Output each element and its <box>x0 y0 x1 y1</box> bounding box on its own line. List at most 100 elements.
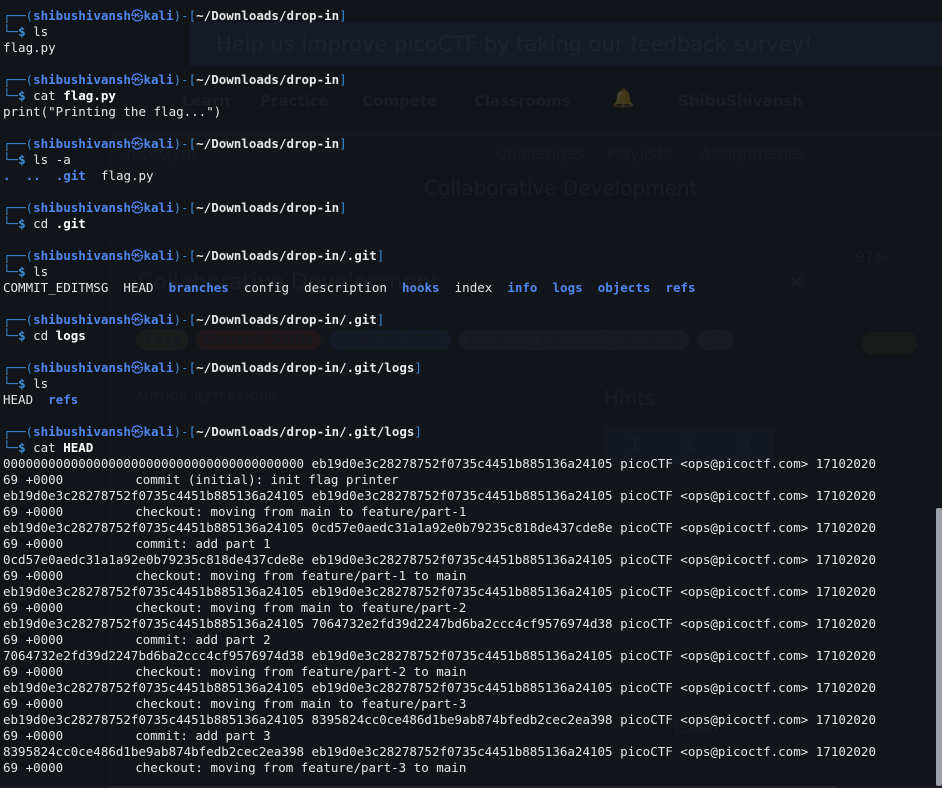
prompt-dollar: $ <box>18 328 26 343</box>
prompt-frame: )-[ <box>173 312 197 327</box>
output-line: 69 +0000 checkout: moving from main to fe… <box>3 696 942 712</box>
command-line: └─$ cat flag.py <box>3 88 942 104</box>
prompt-frame: ] <box>339 72 347 87</box>
output-line: eb19d0e3c28278752f0735c4451b885136a24105… <box>3 488 942 504</box>
ls-output: COMMIT_EDITMSG HEAD branches config desc… <box>3 280 942 296</box>
prompt-frame: )-[ <box>173 424 197 439</box>
command-text: ls <box>33 264 49 279</box>
command-text: ls <box>33 376 49 391</box>
prompt-host: kali <box>143 360 174 375</box>
prompt-user: shibushivansh <box>33 360 131 375</box>
prompt-host: kali <box>143 8 174 23</box>
output-line: eb19d0e3c28278752f0735c4451b885136a24105… <box>3 520 942 536</box>
prompt-frame: )-[ <box>173 248 197 263</box>
output-line: eb19d0e3c28278752f0735c4451b885136a24105… <box>3 584 942 600</box>
directory-entry: logs <box>552 280 583 295</box>
directory-entry: branches <box>168 280 229 295</box>
prompt-frame: └─ <box>3 88 19 103</box>
prompt-frame: └─ <box>3 216 19 231</box>
prompt-at-symbol: ㉿ <box>130 8 144 23</box>
output-line: 69 +0000 checkout: moving from feature/pa… <box>3 760 942 776</box>
prompt-frame: └─ <box>3 264 19 279</box>
directory-entry: .. <box>25 168 41 183</box>
directory-entry: . <box>3 168 11 183</box>
prompt-at-symbol: ㉿ <box>130 200 144 215</box>
output-text: 0cd57e0aedc31a1a92e0b79235c818de437cde8e… <box>3 552 876 567</box>
output-text: 69 +0000 <box>3 760 64 775</box>
directory-entry: info <box>507 280 538 295</box>
directory-entry: hooks <box>401 280 440 295</box>
output-text: 69 +0000 <box>3 472 64 487</box>
output-text: commit (initial): init flag printer <box>135 472 399 487</box>
prompt-frame: ┌──( <box>3 200 34 215</box>
terminal-output[interactable]: ┌──(shibushivansh㉿kali)-[~/Downloads/dro… <box>0 0 942 786</box>
prompt-path: ~/Downloads/drop-in/.git/logs <box>196 424 415 439</box>
directory-entry: refs <box>665 280 696 295</box>
command-line: └─$ ls <box>3 264 942 280</box>
output-text: checkout: moving from main to feature/pa… <box>135 696 467 711</box>
prompt-at-symbol: ㉿ <box>130 136 144 151</box>
output-line: 0000000000000000000000000000000000000000… <box>3 456 942 472</box>
output-text: 69 +0000 <box>3 504 64 519</box>
output-text: checkout: moving from main to feature/pa… <box>135 600 467 615</box>
output-text: commit: add part 1 <box>135 536 271 551</box>
output-line: 69 +0000 checkout: moving from main to fe… <box>3 600 942 616</box>
prompt-frame: ] <box>339 200 347 215</box>
prompt-dollar: $ <box>18 216 26 231</box>
prompt-dollar: $ <box>18 88 26 103</box>
prompt-line: ┌──(shibushivansh㉿kali)-[~/Downloads/dro… <box>3 360 942 376</box>
prompt-line: ┌──(shibushivansh㉿kali)-[~/Downloads/dro… <box>3 200 942 216</box>
file-entry: HEAD <box>3 392 34 407</box>
prompt-frame: ] <box>376 248 385 263</box>
file-entry: flag.py <box>100 168 154 183</box>
output-line: 69 +0000 commit: add part 1 <box>3 536 942 552</box>
prompt-host: kali <box>143 312 174 327</box>
prompt-line: ┌──(shibushivansh㉿kali)-[~/Downloads/dro… <box>3 424 942 440</box>
output-line: 69 +0000 commit (initial): init flag prin… <box>3 472 942 488</box>
prompt-frame: ] <box>376 312 385 327</box>
command-line: └─$ cat HEAD <box>3 440 942 456</box>
prompt-dollar: $ <box>18 440 26 455</box>
command-line: └─$ ls <box>3 376 942 392</box>
output-text: eb19d0e3c28278752f0735c4451b885136a24105… <box>3 712 876 727</box>
prompt-frame: ┌──( <box>3 360 34 375</box>
prompt-path: ~/Downloads/drop-in <box>196 8 340 23</box>
prompt-frame: ┌──( <box>3 72 34 87</box>
prompt-at-symbol: ㉿ <box>130 312 144 327</box>
prompt-frame: └─ <box>3 328 19 343</box>
file-entry: index <box>454 280 493 295</box>
output-text: 69 +0000 <box>3 728 64 743</box>
command-text: cd <box>33 328 49 343</box>
command-text: ls -a <box>33 152 71 167</box>
command-arg: flag.py <box>63 88 116 103</box>
prompt-frame: ┌──( <box>3 248 34 263</box>
prompt-frame: └─ <box>3 440 19 455</box>
output-line: eb19d0e3c28278752f0735c4451b885136a24105… <box>3 680 942 696</box>
prompt-path: ~/Downloads/drop-in <box>196 72 340 87</box>
command-text: cat <box>33 440 56 455</box>
prompt-frame: ] <box>339 136 347 151</box>
prompt-frame: ┌──( <box>3 136 34 151</box>
prompt-path: ~/Downloads/drop-in/.git <box>196 248 377 263</box>
prompt-frame: )-[ <box>173 360 197 375</box>
output-text: commit: add part 3 <box>135 728 271 743</box>
directory-entry: objects <box>597 280 651 295</box>
command-text: cat <box>33 88 56 103</box>
output-line: 69 +0000 checkout: moving from main to fe… <box>3 504 942 520</box>
directory-entry: refs <box>48 392 79 407</box>
command-arg: HEAD <box>63 440 94 455</box>
file-entry: HEAD <box>123 280 154 295</box>
command-arg: .git <box>55 216 86 231</box>
prompt-user: shibushivansh <box>33 136 131 151</box>
terminal-scrollbar[interactable] <box>936 508 942 786</box>
command-line: └─$ ls -a <box>3 152 942 168</box>
prompt-at-symbol: ㉿ <box>130 424 144 439</box>
output-line: print("Printing the flag...") <box>3 104 942 120</box>
prompt-host: kali <box>143 248 174 263</box>
output-text: 69 +0000 <box>3 664 64 679</box>
output-text: 8395824cc0ce486d1be9ab874bfedb2cec2ea398… <box>3 744 876 759</box>
